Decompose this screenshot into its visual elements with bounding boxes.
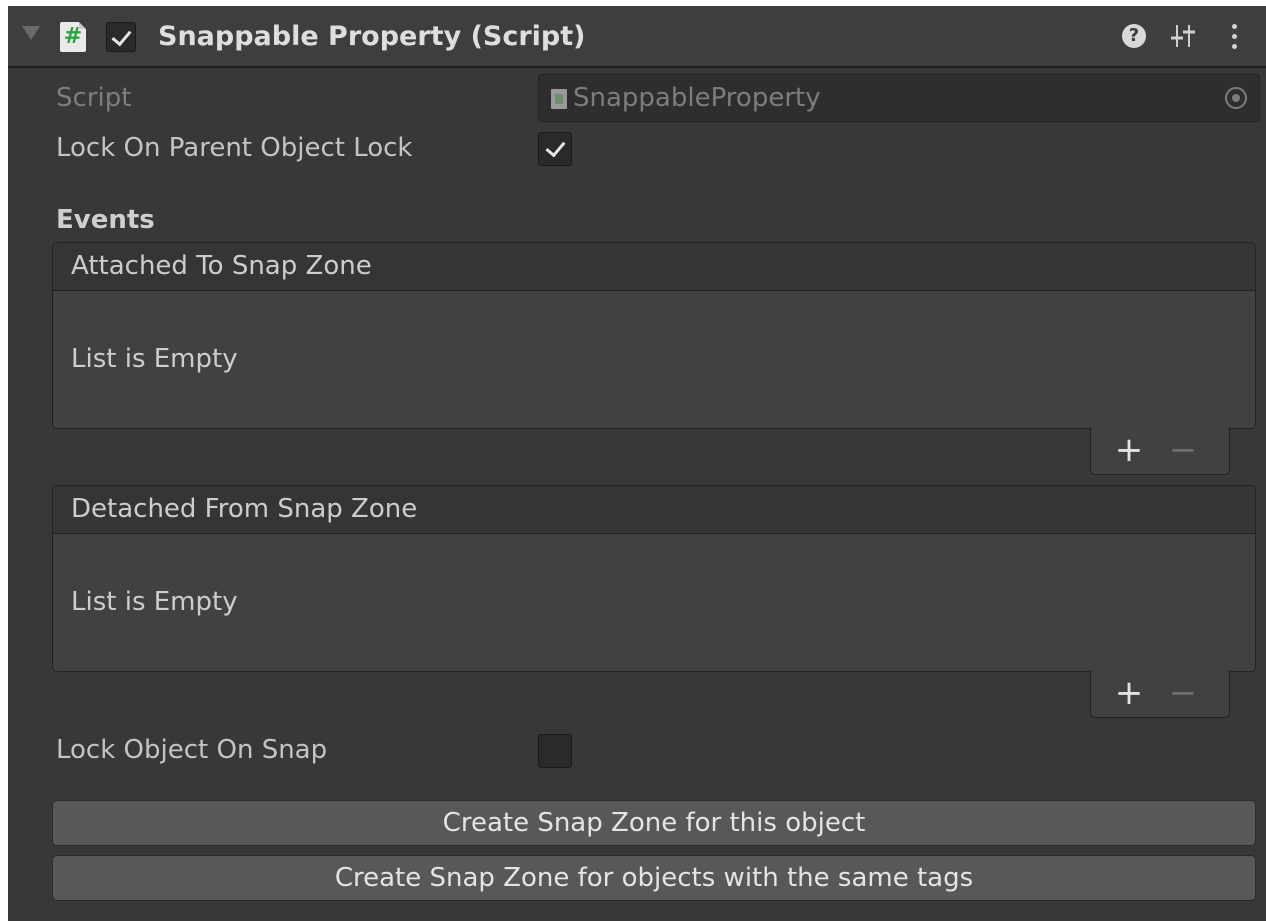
lock-on-parent-label: Lock On Parent Object Lock (56, 133, 413, 163)
inspector-panel: # Snappable Property (Script) ? Script S… (8, 6, 1266, 921)
foldout-arrow-icon[interactable] (22, 26, 40, 40)
list-add-remove-controls: + − (1090, 670, 1230, 718)
script-file-icon (551, 89, 567, 109)
add-element-button[interactable]: + (1111, 674, 1147, 712)
script-icon: # (60, 22, 86, 52)
script-label: Script (56, 83, 132, 113)
event-list-body: List is Empty (53, 534, 1255, 671)
object-picker-icon[interactable] (1225, 87, 1247, 109)
script-icon-glyph: # (63, 24, 83, 49)
remove-element-button[interactable]: − (1165, 431, 1201, 469)
event-list-title: Detached From Snap Zone (71, 494, 418, 524)
checkmark-icon (545, 136, 566, 158)
create-snap-zone-tags-button[interactable]: Create Snap Zone for objects with the sa… (52, 855, 1256, 901)
presets-icon[interactable] (1170, 22, 1196, 50)
lock-on-snap-label: Lock Object On Snap (56, 735, 328, 765)
event-list-title: Attached To Snap Zone (71, 251, 372, 281)
component-title: Snappable Property (Script) (158, 21, 586, 52)
event-list-attached: Attached To Snap Zone List is Empty (52, 242, 1256, 429)
event-list-header: Detached From Snap Zone (53, 486, 1255, 534)
remove-element-button[interactable]: − (1165, 674, 1201, 712)
create-snap-zone-object-button[interactable]: Create Snap Zone for this object (52, 800, 1256, 846)
lock-on-snap-checkbox[interactable] (538, 734, 572, 768)
script-object-field[interactable]: SnappableProperty (538, 74, 1260, 122)
event-list-detached: Detached From Snap Zone List is Empty (52, 485, 1256, 672)
more-icon[interactable] (1228, 22, 1242, 52)
list-add-remove-controls: + − (1090, 427, 1230, 475)
checkmark-icon (111, 25, 132, 47)
event-list-body: List is Empty (53, 291, 1255, 428)
component-enabled-checkbox[interactable] (106, 22, 136, 52)
lock-on-parent-checkbox[interactable] (538, 132, 572, 166)
events-header: Events (56, 205, 155, 235)
event-list-header: Attached To Snap Zone (53, 243, 1255, 291)
empty-list-text: List is Empty (71, 587, 238, 617)
help-icon[interactable]: ? (1122, 24, 1146, 48)
empty-list-text: List is Empty (71, 344, 238, 374)
component-header[interactable]: # Snappable Property (Script) ? (8, 6, 1266, 68)
script-object-value: SnappableProperty (573, 83, 821, 113)
add-element-button[interactable]: + (1111, 431, 1147, 469)
